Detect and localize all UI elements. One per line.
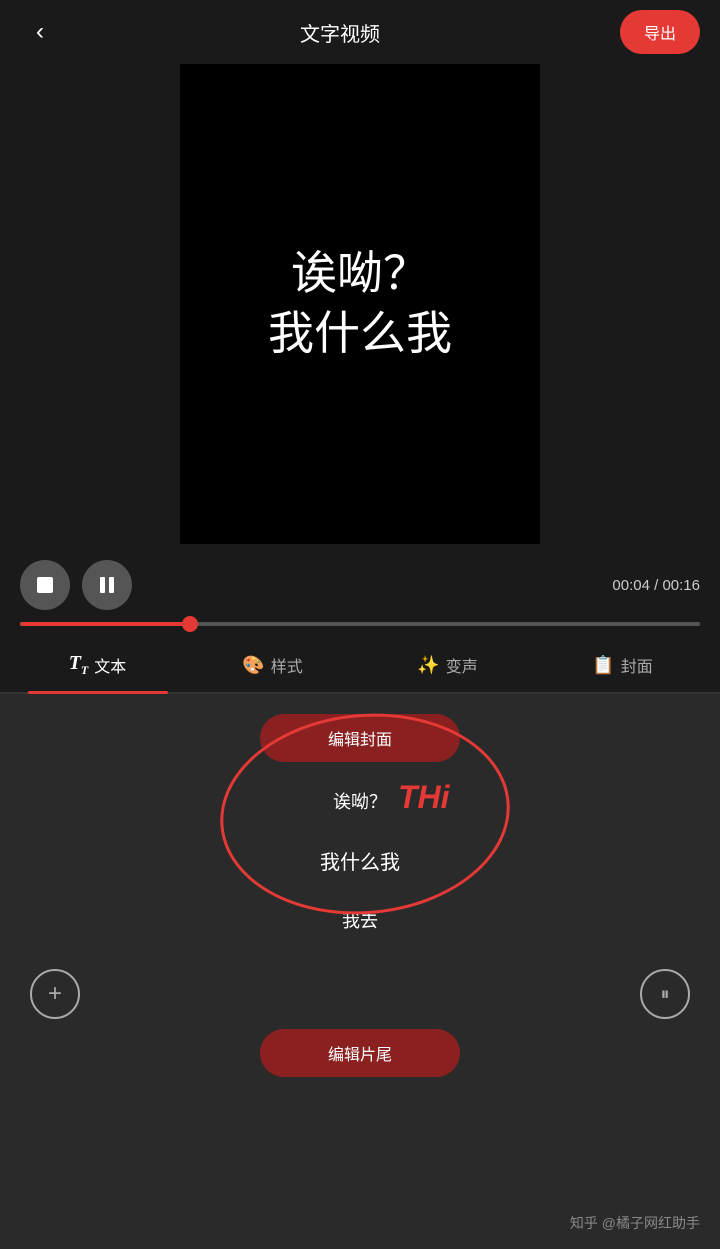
page-title: 文字视频 [300, 18, 380, 47]
control-buttons [20, 560, 132, 610]
video-text-line1: 诶呦？ [268, 244, 452, 304]
edit-cover-button[interactable]: 编辑封面 [260, 714, 460, 762]
tab-text-label: 文本 [94, 653, 126, 677]
video-text-line2: 我什么我 [268, 304, 452, 364]
style-tab-icon: 🎨 [242, 655, 264, 676]
list-item[interactable]: 我去 [0, 891, 720, 949]
list-item[interactable]: 我什么我 [0, 830, 720, 891]
add-button[interactable]: + [30, 969, 80, 1019]
tab-bar: TT 文本 🎨 样式 ✨ 变声 📋 封面 [0, 638, 720, 694]
tab-voice-label: 变声 [446, 653, 478, 677]
bottom-controls: + ⏸ [0, 959, 720, 1029]
tab-style-label: 样式 [271, 653, 303, 677]
progress-thumb [182, 616, 198, 632]
play-pause-icon: ⏸ [661, 984, 670, 1005]
video-text-content: 诶呦？ 我什么我 [268, 244, 452, 364]
add-icon: + [48, 980, 62, 1008]
text-tab-icon: TT [69, 652, 89, 678]
pause-button[interactable] [82, 560, 132, 610]
total-time: 00:16 [662, 577, 700, 594]
list-item[interactable]: 诶呦？ [0, 772, 720, 830]
progress-fill [20, 622, 190, 626]
tab-text[interactable]: TT 文本 [10, 638, 185, 692]
current-time: 00:04 [612, 577, 650, 594]
play-pause-button[interactable]: ⏸ [640, 969, 690, 1019]
time-separator: / [650, 577, 663, 594]
cover-tab-icon: 📋 [592, 655, 614, 676]
tab-voice[interactable]: ✨ 变声 [360, 639, 535, 691]
progress-track[interactable] [20, 622, 700, 626]
tab-cover-label: 封面 [621, 653, 653, 677]
content-area: 编辑封面 诶呦？ 我什么我 我去 + ⏸ 编辑片尾 知乎 @橘子网红助手 THi [0, 694, 720, 1249]
export-button[interactable]: 导出 [620, 10, 700, 54]
time-display: 00:04 / 00:16 [612, 577, 700, 594]
back-icon: ‹ [36, 18, 44, 46]
progress-bar-container[interactable] [0, 618, 720, 638]
video-preview: 诶呦？ 我什么我 [180, 64, 540, 544]
controls-row: 00:04 / 00:16 [0, 544, 720, 618]
watermark: 知乎 @橘子网红助手 [570, 1213, 700, 1233]
back-button[interactable]: ‹ [20, 12, 60, 52]
voice-tab-icon: ✨ [417, 655, 439, 676]
text-items-list: 诶呦？ 我什么我 我去 [0, 762, 720, 959]
tab-cover[interactable]: 📋 封面 [535, 639, 710, 691]
header: ‹ 文字视频 导出 [0, 0, 720, 64]
stop-button[interactable] [20, 560, 70, 610]
tab-style[interactable]: 🎨 样式 [185, 639, 360, 691]
edit-tail-button[interactable]: 编辑片尾 [260, 1029, 460, 1077]
